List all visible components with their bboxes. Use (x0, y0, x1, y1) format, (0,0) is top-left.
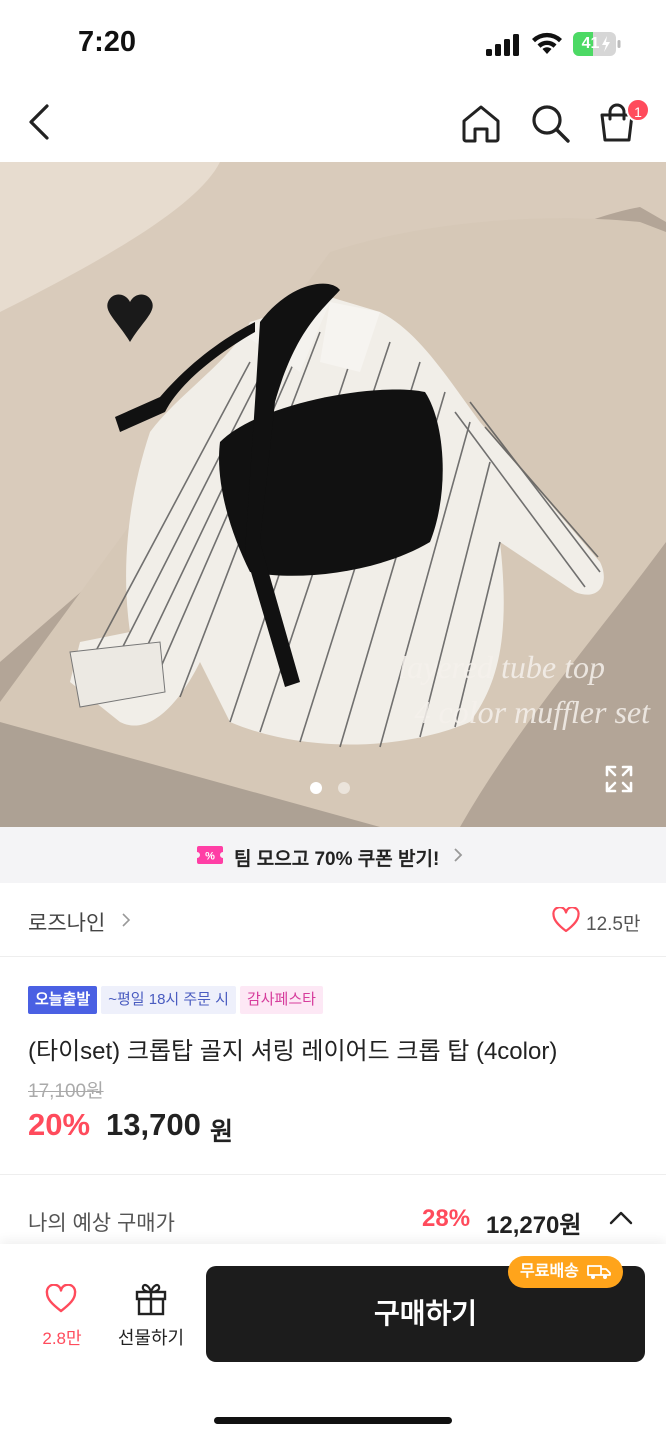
free-shipping-badge: 무료배송 (508, 1256, 624, 1288)
product-badges: 오늘출발 ~평일 18시 주문 시 감사페스타 (28, 986, 327, 1014)
home-icon[interactable] (460, 102, 502, 144)
battery-indicator: 41 (573, 32, 621, 56)
free-shipping-label: 무료배송 (520, 1263, 579, 1280)
gift-label: 선물하기 (117, 1328, 185, 1348)
battery-level: 41 (581, 35, 600, 52)
cellular-signal-icon (486, 34, 519, 56)
sale-price-unit: 원 (210, 1118, 234, 1146)
wifi-icon (532, 32, 562, 54)
home-indicator (214, 1417, 452, 1424)
original-price: 17,100원 (28, 1081, 104, 1102)
seller-like-heart-icon[interactable] (552, 907, 580, 933)
product-image-carousel[interactable]: layered tube top 4 color muffler set (0, 162, 666, 827)
festa-badge: 감사페스타 (239, 986, 323, 1014)
estimated-price-label: 나의 예상 구매가 (28, 1212, 175, 1235)
back-arrow-icon[interactable] (24, 102, 58, 142)
svg-text:%: % (205, 851, 215, 863)
seller-like-count: 12.5만 (586, 914, 641, 935)
image-caption: layered tube top 4 color muffler set (350, 645, 650, 735)
estimated-discount-rate: 28% (422, 1205, 471, 1232)
gift-icon (135, 1283, 167, 1316)
search-icon[interactable] (529, 102, 571, 144)
bottom-action-bar: 2.8만 선물하기 구매하기 무료배송 (0, 1244, 666, 1440)
seller-name[interactable]: 로즈나인 (28, 907, 105, 937)
expand-icon[interactable] (604, 764, 634, 794)
chevron-right-icon (454, 848, 463, 862)
coupon-percent-icon: % (197, 846, 223, 864)
team-coupon-banner[interactable]: % 팀 모으고 70% 쿠폰 받기! (0, 827, 666, 883)
product-title: (타이set) 크롭탑 골지 셔링 레이어드 크롭 탑 (4color) (28, 1038, 558, 1065)
image-caption-line-1: layered tube top (398, 649, 605, 685)
divider (0, 1174, 666, 1175)
coupon-text: 팀 모으고 70% 쿠폰 받기! (234, 849, 440, 870)
image-caption-line-2: 4 color muffler set (414, 694, 650, 730)
today-shipping-badge: 오늘출발 (28, 986, 98, 1014)
top-nav (0, 88, 666, 162)
carousel-dot-active[interactable] (310, 782, 322, 794)
order-cutoff-badge: ~평일 18시 주문 시 (101, 986, 236, 1014)
chevron-up-icon[interactable] (609, 1210, 633, 1226)
status-time: 7:20 (78, 26, 137, 58)
discount-rate: 20% (28, 1107, 91, 1142)
gift-button[interactable]: 선물하기 (110, 1282, 192, 1354)
wishlist-button[interactable]: 2.8만 (26, 1284, 98, 1354)
estimated-price: 12,270원 (486, 1212, 582, 1239)
chevron-right-icon[interactable] (121, 912, 131, 928)
seller-row: 로즈나인 12.5만 (0, 883, 666, 957)
status-bar: 7:20 41 (0, 0, 666, 88)
cart-count-badge: 1 (626, 98, 650, 122)
carousel-dot[interactable] (338, 782, 350, 794)
wishlist-count: 2.8만 (42, 1329, 82, 1348)
sale-price: 13,700 (106, 1107, 201, 1142)
heart-icon (45, 1284, 77, 1313)
delivery-truck-icon (587, 1264, 612, 1279)
carousel-dots (310, 781, 366, 795)
